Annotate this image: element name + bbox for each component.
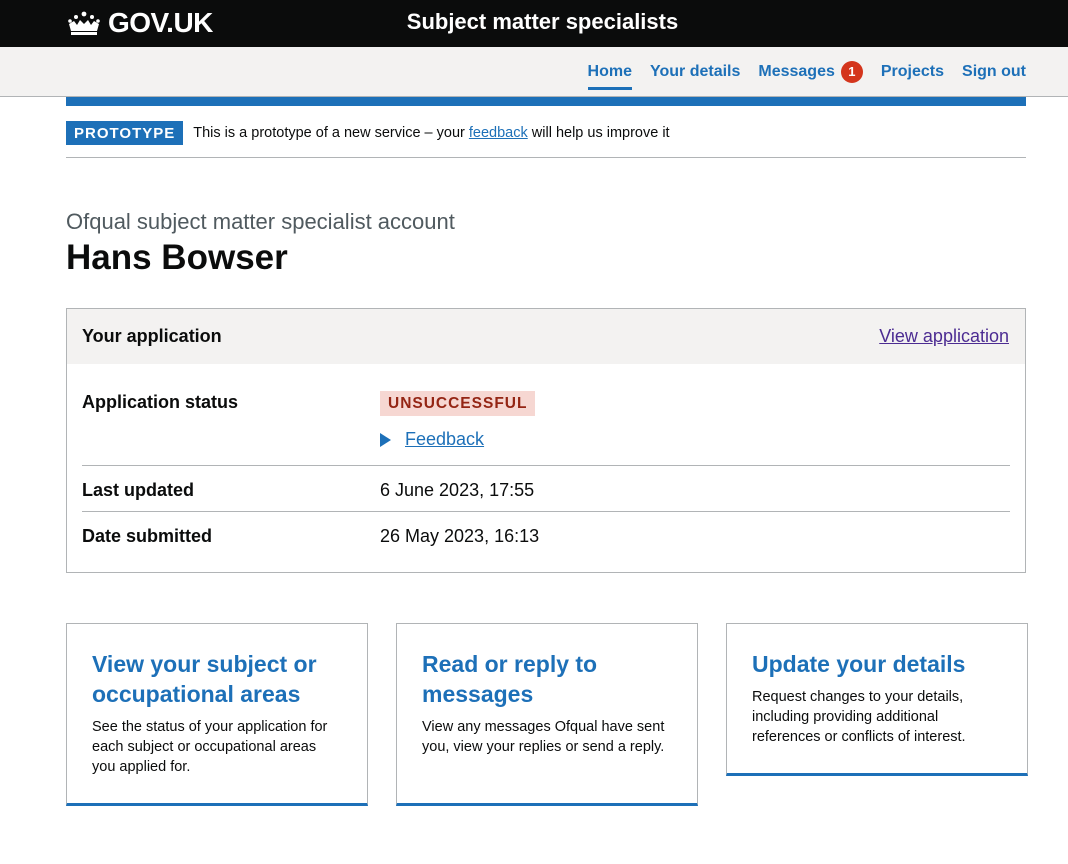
tile-subject-areas[interactable]: View your subject or occupational areas … [66, 623, 368, 806]
nav-item-label: Messages [758, 63, 835, 80]
phase-banner-text: This is a prototype of a new service – y… [193, 125, 669, 141]
govuk-header: GOV.UK Subject matter specialists [0, 0, 1068, 47]
phase-text-after: will help us improve it [527, 124, 670, 141]
nav-item-label: Projects [880, 63, 945, 80]
feedback-details-summary[interactable]: Feedback [405, 429, 484, 450]
phase-text-before: This is a prototype of a new service – y… [193, 124, 469, 141]
tile-title[interactable]: View your subject or occupational areas [92, 649, 342, 709]
summary-key: Last updated [82, 480, 195, 500]
nav-item-label: Your details [649, 63, 741, 80]
tile-description: See the status of your application for e… [92, 719, 328, 775]
unread-count-badge: 1 [840, 61, 863, 83]
row-divider [82, 465, 1010, 466]
tile-description: Request changes to your details, includi… [752, 689, 966, 745]
service-navigation: Home Your details Messages 1 Projects Sig… [0, 47, 1068, 97]
caret-right-icon [380, 432, 391, 447]
view-application-link[interactable]: View application [879, 326, 1009, 347]
page-title: Hans Bowser [66, 238, 288, 277]
summary-value: 26 May 2023, 16:13 [380, 526, 540, 546]
summary-value: UNSUCCESSFUL [380, 391, 536, 416]
phase-tag: PROTOTYPE [66, 120, 184, 145]
card-header: Your application View application [67, 309, 1025, 364]
tile-description: View any messages Ofqual have sent you, … [422, 719, 665, 755]
card-title: Your application [82, 326, 222, 346]
phase-banner: PROTOTYPE This is a prototype of a new s… [66, 110, 1026, 158]
tile-messages[interactable]: Read or reply to messages View any messa… [396, 623, 698, 806]
nav-item-projects[interactable]: Projects [881, 59, 944, 85]
service-name[interactable]: Subject matter specialists [0, 9, 1068, 35]
summary-value: 6 June 2023, 17:55 [380, 480, 535, 500]
nav-item-label: Sign out [962, 63, 1026, 80]
nav-item-messages[interactable]: Messages 1 [758, 59, 863, 85]
row-divider [82, 511, 1010, 512]
nav-item-home[interactable]: Home [587, 59, 633, 90]
summary-key: Date submitted [82, 526, 213, 546]
feedback-details-toggle[interactable]: Feedback [380, 429, 484, 450]
page-caption: Ofqual subject matter specialist account [66, 209, 455, 234]
application-summary-card: Your application View application Applic… [66, 308, 1026, 573]
feedback-link[interactable]: feedback [469, 125, 528, 141]
tile-update-details[interactable]: Update your details Request changes to y… [726, 623, 1028, 776]
header-accent-bar [66, 97, 1026, 106]
nav-item-your-details[interactable]: Your details [650, 59, 740, 85]
tile-title[interactable]: Read or reply to messages [422, 649, 672, 709]
nav-item-label: Home [587, 63, 632, 80]
status-badge: UNSUCCESSFUL [380, 391, 536, 416]
nav-item-sign-out[interactable]: Sign out [962, 59, 1026, 85]
summary-key: Application status [82, 392, 239, 412]
tile-title[interactable]: Update your details [752, 649, 1002, 679]
